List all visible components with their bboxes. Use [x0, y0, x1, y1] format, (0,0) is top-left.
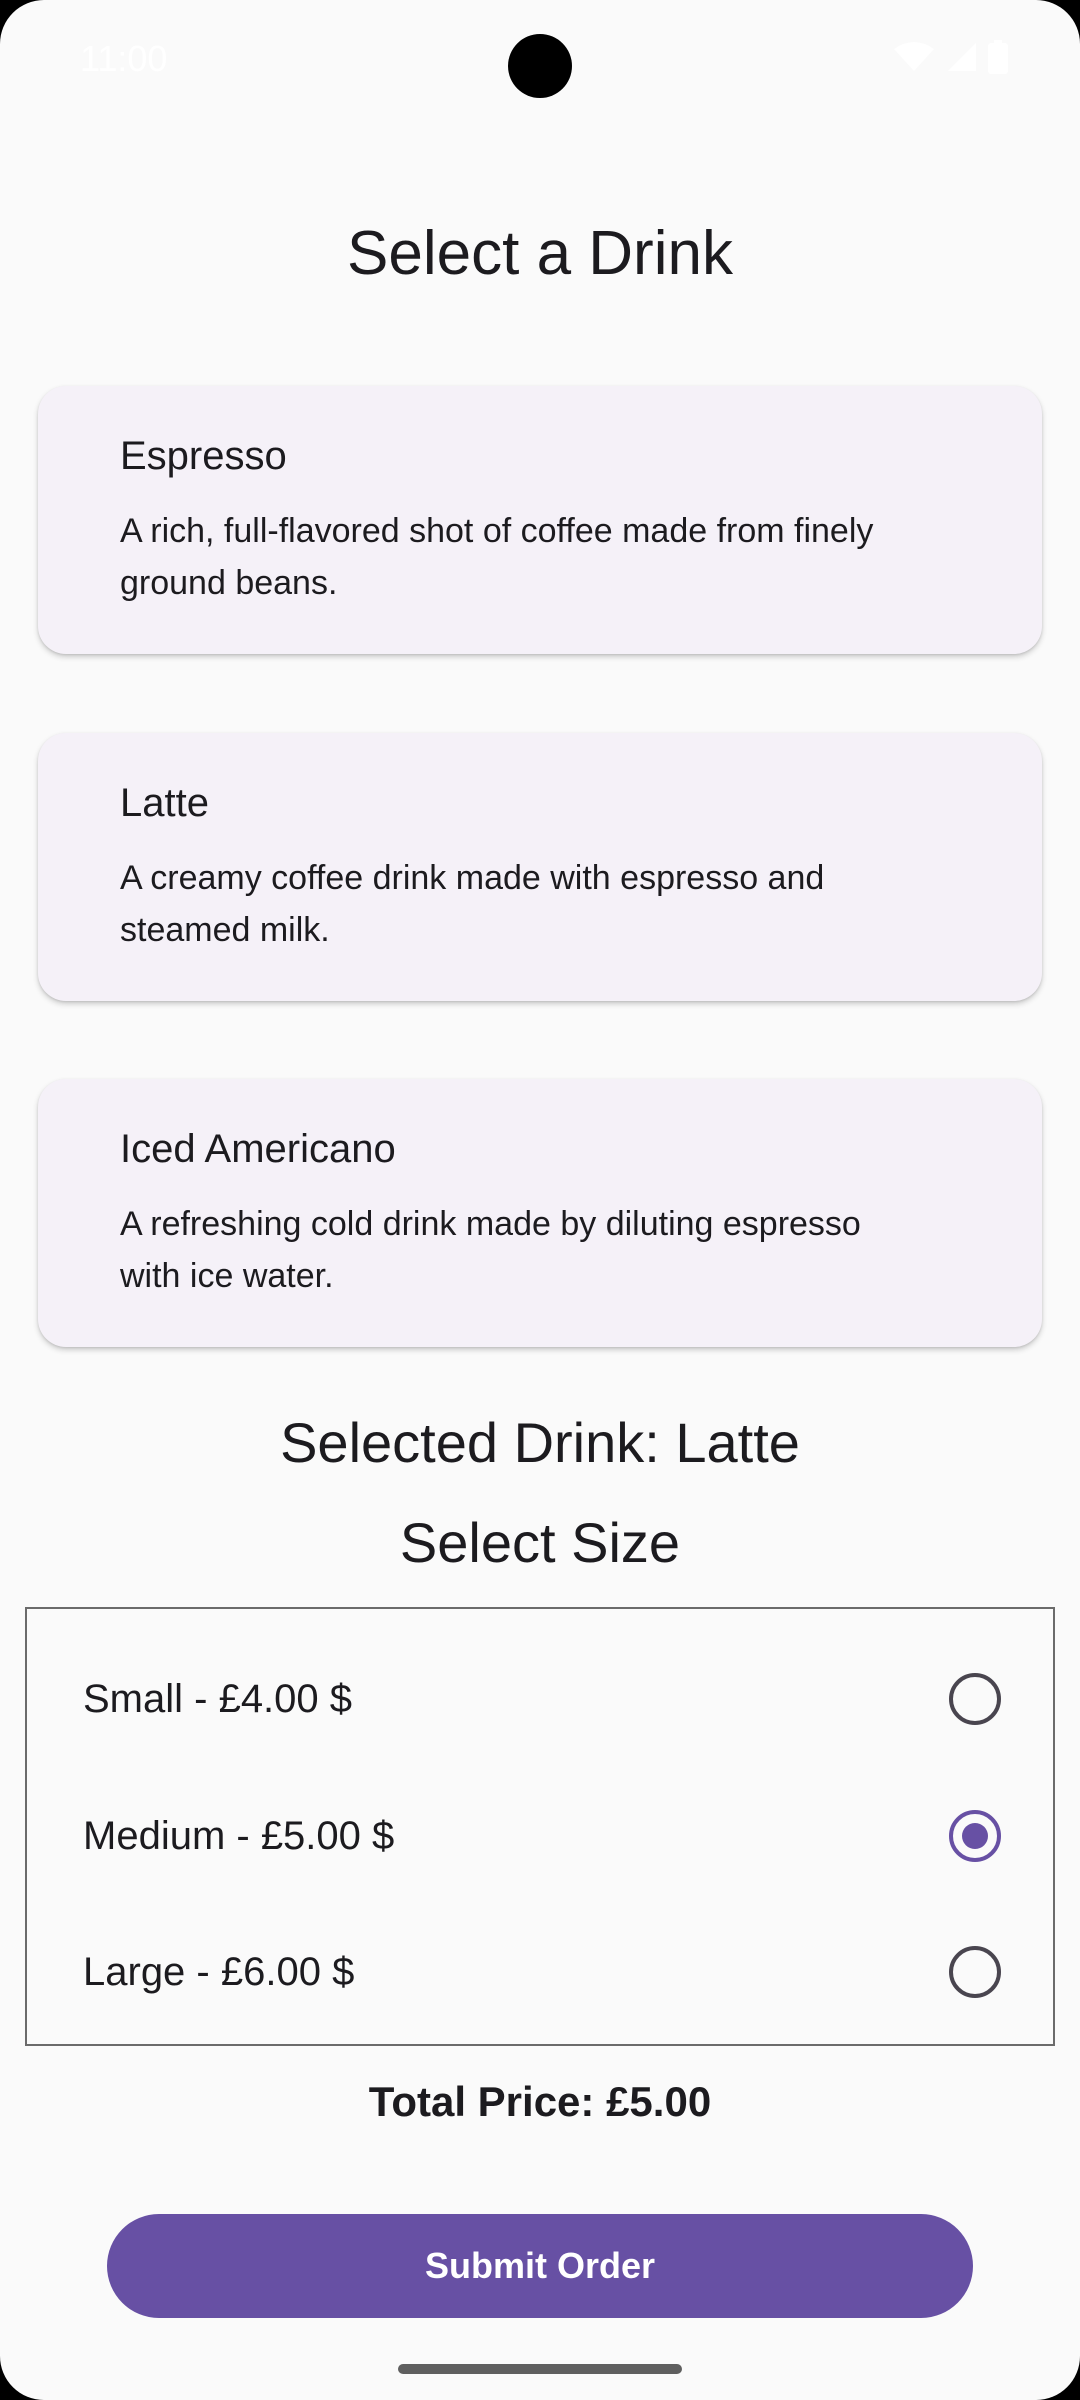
wifi-icon — [894, 41, 934, 73]
size-label: Medium - £5.00 $ — [83, 1813, 395, 1858]
size-label: Large - £6.00 $ — [83, 1949, 355, 1994]
size-options-group: Small - £4.00 $ Medium - £5.00 $ Large -… — [25, 1607, 1055, 2046]
drink-name: Latte — [120, 781, 209, 825]
radio-selected-dot — [962, 1823, 988, 1849]
radio-button-medium[interactable] — [949, 1810, 1001, 1862]
page-title: Select a Drink — [347, 219, 733, 288]
cellular-signal-icon — [946, 41, 976, 73]
status-icons — [894, 40, 1008, 74]
drink-description: A rich, full-flavored shot of coffee mad… — [120, 512, 874, 602]
drink-card-espresso[interactable]: Espresso A rich, full-flavored shot of c… — [38, 386, 1042, 654]
home-indicator[interactable] — [398, 2364, 682, 2374]
app-screen: 11:00 Select a Drink Espresso A rich, fu… — [0, 0, 1080, 2400]
drink-description: A creamy coffee drink made with espresso… — [120, 859, 825, 949]
drink-card-latte[interactable]: Latte A creamy coffee drink made with es… — [38, 733, 1042, 1001]
total-price: Total Price: £5.00 — [368, 2078, 712, 2125]
drink-description: A refreshing cold drink made by diluting… — [120, 1205, 861, 1295]
size-option-small[interactable]: Small - £4.00 $ — [27, 1639, 1053, 1759]
submit-order-button[interactable]: Submit Order — [107, 2214, 973, 2318]
drink-card-iced-americano[interactable]: Iced Americano A refreshing cold drink m… — [38, 1079, 1042, 1347]
drink-name: Iced Americano — [120, 1127, 396, 1171]
size-label: Small - £4.00 $ — [83, 1676, 353, 1721]
size-option-medium[interactable]: Medium - £5.00 $ — [27, 1776, 1053, 1896]
size-section-title: Select Size — [399, 1511, 681, 1574]
radio-button-large[interactable] — [949, 1946, 1001, 1998]
status-time: 11:00 — [80, 38, 168, 79]
size-option-large[interactable]: Large - £6.00 $ — [27, 1912, 1053, 2032]
selected-drink-label: Selected Drink: Latte — [280, 1411, 800, 1474]
radio-button-small[interactable] — [949, 1673, 1001, 1725]
battery-icon — [988, 40, 1008, 74]
camera-cutout — [508, 34, 572, 98]
drink-name: Espresso — [120, 434, 287, 478]
